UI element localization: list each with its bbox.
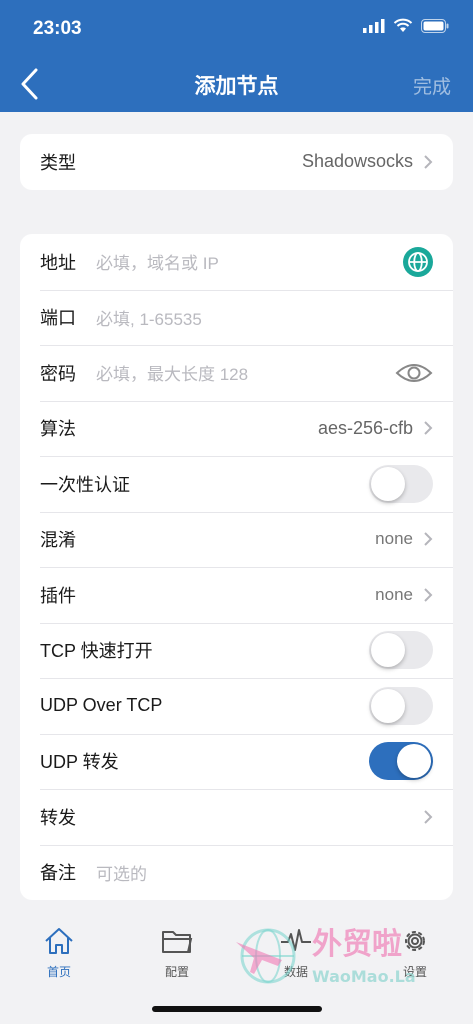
chevron-right-icon [424,810,433,824]
server-settings-card: 地址 必填，域名或 IP 端口 必填, 1-65535 密码 必填，最大长度 1… [20,234,453,900]
udp-over-tcp-toggle[interactable] [369,686,433,725]
address-row: 地址 必填，域名或 IP [20,234,453,290]
home-indicator [152,1006,322,1012]
tab-home-label: 首页 [46,965,71,979]
remark-input[interactable]: 可选的 [96,860,147,885]
password-label: 密码 [40,363,76,384]
tab-config[interactable]: 配置 [147,926,207,980]
tcp-fast-open-row: TCP 快速打开 [20,622,453,679]
navigation-bar: 添加节点 完成 [0,56,473,112]
toggle-knob [371,466,405,501]
type-card: 类型 Shadowsocks [20,134,453,190]
type-value: Shadowsocks [301,151,413,172]
password-row: 密码 必填，最大长度 128 [20,345,453,401]
cipher-label: 算法 [40,419,76,440]
udp-over-tcp-label: UDP Over TCP [40,695,163,716]
home-icon [45,928,73,954]
tcp-fast-open-label: TCP 快速打开 [40,641,153,662]
tab-home[interactable]: 首页 [29,926,89,980]
port-input[interactable]: 必填, 1-65535 [96,305,202,330]
password-input[interactable]: 必填，最大长度 128 [96,360,248,385]
page-title: 添加节点 [194,75,279,98]
signal-icon [363,18,385,33]
port-row: 端口 必填, 1-65535 [20,289,453,346]
status-bar: 23:03 [0,0,473,56]
status-time: 23:03 [33,18,82,39]
plugin-row[interactable]: 插件 none [20,567,453,623]
chevron-right-icon [424,532,433,546]
udp-relay-toggle[interactable] [369,742,433,781]
toggle-knob [371,633,405,668]
address-label: 地址 [40,252,76,273]
obfs-value: none [375,529,413,549]
remark-label: 备注 [40,863,76,884]
cipher-row[interactable]: 算法 aes-256-cfb [20,400,453,457]
chevron-right-icon [424,588,433,602]
watermark-logo: 外贸啦 WaoMao.La [236,927,416,986]
plugin-value: none [375,584,413,604]
cipher-value: aes-256-cfb [317,417,413,438]
one-time-auth-toggle[interactable] [369,464,433,503]
svg-text:外贸啦: 外贸啦 [312,927,402,962]
folder-icon [162,931,193,953]
chevron-right-icon [424,155,433,169]
battery-icon [421,18,449,33]
type-row[interactable]: 类型 Shadowsocks [20,134,453,190]
port-label: 端口 [40,308,76,329]
svg-text:WaoMao.La: WaoMao.La [312,967,416,986]
toggle-knob [371,688,405,723]
wifi-icon [393,18,413,32]
relay-label: 转发 [40,807,76,828]
obfs-label: 混淆 [40,530,76,551]
type-label: 类型 [40,152,76,173]
relay-row[interactable]: 转发 [20,789,453,845]
obfs-row[interactable]: 混淆 none [20,511,453,568]
udp-relay-row: UDP 转发 [20,733,453,790]
tab-config-label: 配置 [164,965,189,979]
eye-icon[interactable] [395,361,433,385]
udp-relay-label: UDP 转发 [40,752,119,773]
tcp-fast-open-toggle[interactable] [369,631,433,670]
one-time-auth-row: 一次性认证 [20,456,453,512]
remark-row: 备注 可选的 [20,844,453,901]
chevron-right-icon [424,421,433,435]
status-icons [363,18,449,33]
udp-over-tcp-row: UDP Over TCP [20,678,453,734]
globe-icon[interactable] [403,246,433,277]
done-button[interactable]: 完成 [413,72,451,99]
address-input[interactable]: 必填，域名或 IP [96,249,219,274]
toggle-knob [397,744,431,779]
one-time-auth-label: 一次性认证 [40,474,130,495]
plugin-label: 插件 [40,585,76,606]
